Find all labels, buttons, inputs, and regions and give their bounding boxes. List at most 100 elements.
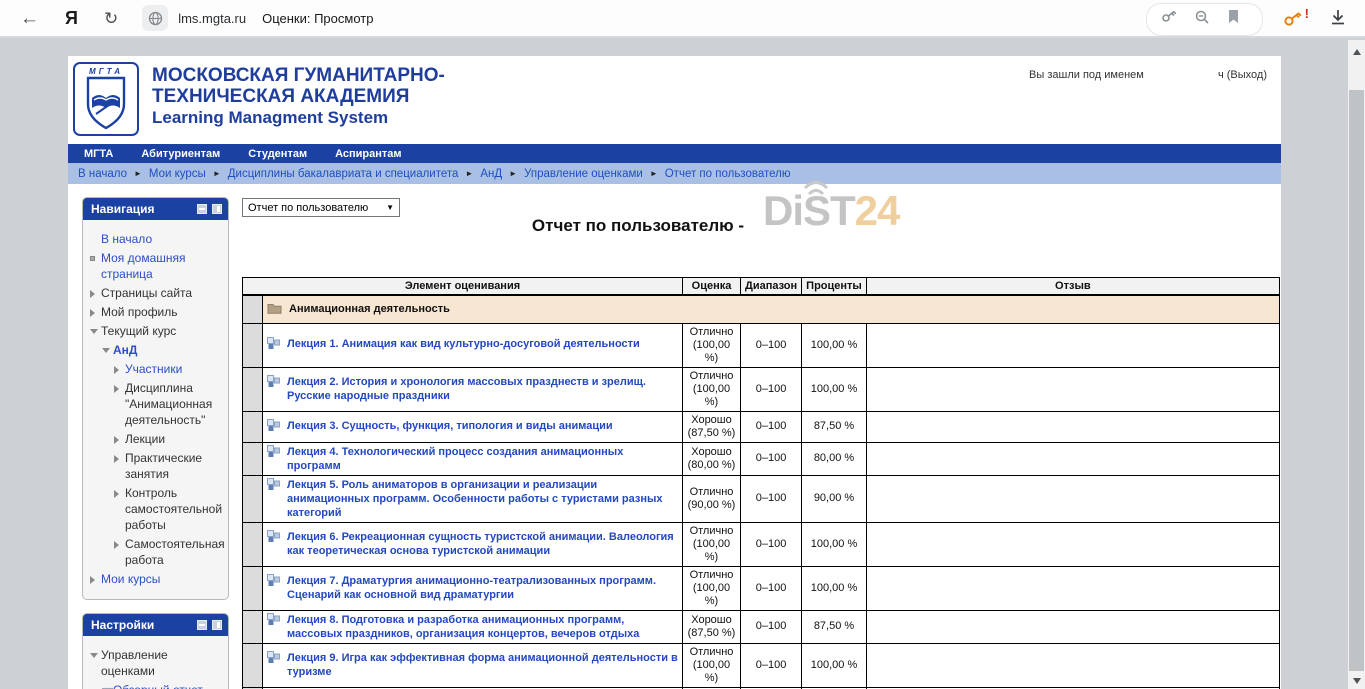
category-cell: Анимационная деятельность [263, 295, 1280, 323]
nav-item-8[interactable]: Лекции [114, 431, 224, 447]
item-link[interactable]: Лекция 6. Рекреационная сущность туристс… [287, 530, 678, 558]
percent-cell: 100,00 % [802, 367, 867, 411]
topnav-item-2[interactable]: Студентам [248, 148, 307, 160]
expand-icon[interactable] [114, 431, 125, 444]
range-cell: 0–100 [741, 566, 802, 610]
yandex-logo-icon[interactable]: Я [65, 9, 78, 27]
scroll-down-icon[interactable] [1348, 673, 1365, 689]
nav-label[interactable]: АнД [113, 342, 137, 358]
nav-item-7[interactable]: Дисциплина "Анимационная деятельность" [114, 380, 224, 428]
scrollbar-thumb[interactable] [1349, 90, 1364, 671]
collapse-block-icon[interactable] [197, 204, 207, 214]
item-link[interactable]: Лекция 2. История и хронология массовых … [287, 375, 678, 403]
nav-item-6[interactable]: Участники [114, 361, 224, 377]
password-alert-icon[interactable]: ! [1283, 10, 1303, 28]
nav-item-1[interactable]: Моя домашняя страница [90, 250, 224, 282]
nav-label[interactable]: Контроль самостоятельной работы [125, 485, 224, 533]
nav-label[interactable]: Лекции [125, 431, 165, 447]
grade-cell: Хорошо(80,00 %) [683, 442, 741, 475]
breadcrumb-item-0[interactable]: В начало [78, 168, 127, 180]
collapse-icon[interactable] [90, 323, 101, 334]
nav-label[interactable]: Текущий курс [101, 323, 176, 339]
report-type-select[interactable]: Отчет по пользователю ▼ [242, 198, 400, 217]
grade-value: Отлично [687, 646, 736, 659]
settings-label[interactable]: Обзорный отчет [113, 682, 203, 689]
settings-item-1[interactable]: Обзорный отчет [102, 682, 224, 689]
nav-item-2[interactable]: Страницы сайта [90, 285, 224, 301]
expand-icon[interactable] [114, 485, 125, 498]
key-icon[interactable] [1161, 9, 1178, 30]
mgta-logo[interactable]: МГТА [73, 62, 139, 136]
nav-label[interactable]: Мой профиль [101, 304, 178, 320]
item-name-cell: Лекция 9. Игра как эффективная форма ани… [263, 643, 683, 687]
nav-item-11[interactable]: Самостоятельная работа [114, 536, 224, 568]
nav-item-9[interactable]: Практические занятия [114, 450, 224, 482]
item-link[interactable]: Лекция 3. Сущность, функция, типология и… [287, 419, 613, 433]
breadcrumb: В начало►Мои курсы►Дисциплины бакалавриа… [68, 163, 1281, 184]
topnav-item-1[interactable]: Абитуриентам [141, 148, 220, 160]
collapse-icon[interactable] [102, 342, 113, 353]
nav-label[interactable]: Самостоятельная работа [125, 536, 225, 568]
nav-label[interactable]: Моя домашняя страница [101, 250, 224, 282]
nav-label[interactable]: Практические занятия [125, 450, 224, 482]
expand-icon[interactable] [114, 380, 125, 393]
nav-label[interactable]: Страницы сайта [101, 285, 192, 301]
column-header-0: Элемент оценивания [243, 278, 683, 296]
expand-icon[interactable] [90, 571, 101, 584]
settings-item-0[interactable]: Управление оценками [90, 647, 224, 679]
range-cell: 0–100 [741, 610, 802, 643]
url-text[interactable]: lms.mgta.ru [178, 11, 246, 26]
item-link[interactable]: Лекция 8. Подготовка и разработка анимац… [287, 613, 678, 641]
reload-icon[interactable]: ↻ [104, 10, 118, 27]
grade-item-row: Лекция 8. Подготовка и разработка анимац… [243, 610, 1280, 643]
indent-cell [243, 643, 263, 687]
breadcrumb-item-1[interactable]: Мои курсы [149, 168, 206, 180]
expand-icon[interactable] [90, 304, 101, 317]
login-prefix-text: Вы зашли под именем [1029, 69, 1144, 81]
collapse-icon[interactable] [90, 647, 101, 658]
item-link[interactable]: Лекция 1. Анимация как вид культурно-дос… [287, 337, 640, 351]
lesson-icon [267, 445, 280, 461]
zoom-search-icon[interactable] [1194, 9, 1211, 30]
item-link[interactable]: Лекция 4. Технологический процесс создан… [287, 445, 678, 473]
report-page-title: Отчет по пользователю - [168, 216, 1108, 236]
category-inner: Анимационная деятельность [267, 302, 1275, 317]
expand-icon[interactable] [114, 361, 125, 374]
scroll-up-icon[interactable] [1348, 44, 1365, 60]
nav-item-12[interactable]: Мои курсы [90, 571, 224, 587]
topnav-item-0[interactable]: МГТА [84, 148, 113, 160]
expand-icon[interactable] [114, 450, 125, 463]
nav-label[interactable]: Участники [125, 361, 182, 377]
item-link[interactable]: Лекция 9. Игра как эффективная форма ани… [287, 651, 678, 679]
breadcrumb-item-4[interactable]: Управление оценками [524, 168, 643, 180]
nav-item-4[interactable]: Текущий курс [90, 323, 224, 339]
item-link[interactable]: Лекция 5. Роль аниматоров в организации … [287, 478, 678, 520]
nav-item-5[interactable]: АнД [102, 342, 224, 358]
item-link[interactable]: Лекция 7. Драматургия анимационно-театра… [287, 574, 678, 602]
expand-icon[interactable] [90, 285, 101, 298]
body-area: Навигация В начало Моя домашняя страница С… [68, 184, 1281, 689]
feedback-cell [866, 522, 1279, 566]
settings-label[interactable]: Управление оценками [101, 647, 224, 679]
dock-block-icon[interactable] [212, 620, 222, 630]
expand-icon[interactable] [114, 536, 125, 549]
page-scrollbar[interactable] [1348, 40, 1365, 689]
nav-item-10[interactable]: Контроль самостоятельной работы [114, 485, 224, 533]
address-bar[interactable]: lms.mgta.ru Оценки: Просмотр [142, 5, 373, 31]
download-icon[interactable] [1329, 8, 1347, 31]
nav-label[interactable]: Мои курсы [101, 571, 160, 587]
back-icon[interactable]: ← [20, 9, 39, 28]
topnav-item-3[interactable]: Аспирантам [335, 148, 401, 160]
breadcrumb-item-3[interactable]: АнД [480, 168, 502, 180]
table-header-row: Элемент оцениванияОценкаДиапазонПроценты… [243, 278, 1280, 296]
nav-label[interactable]: Дисциплина "Анимационная деятельность" [125, 380, 224, 428]
navigation-block-title: Навигация [91, 202, 155, 216]
toolbar-right: ! [1146, 0, 1347, 38]
nav-label[interactable]: В начало [101, 231, 152, 247]
bookmark-icon[interactable] [1227, 9, 1240, 29]
nav-item-3[interactable]: Мой профиль [90, 304, 224, 320]
breadcrumb-item-2[interactable]: Дисциплины бакалавриата и специалитета [228, 168, 459, 180]
dock-block-icon[interactable] [212, 204, 222, 214]
logout-link[interactable]: ч (Выход) [1218, 69, 1267, 81]
collapse-block-icon[interactable] [197, 620, 207, 630]
